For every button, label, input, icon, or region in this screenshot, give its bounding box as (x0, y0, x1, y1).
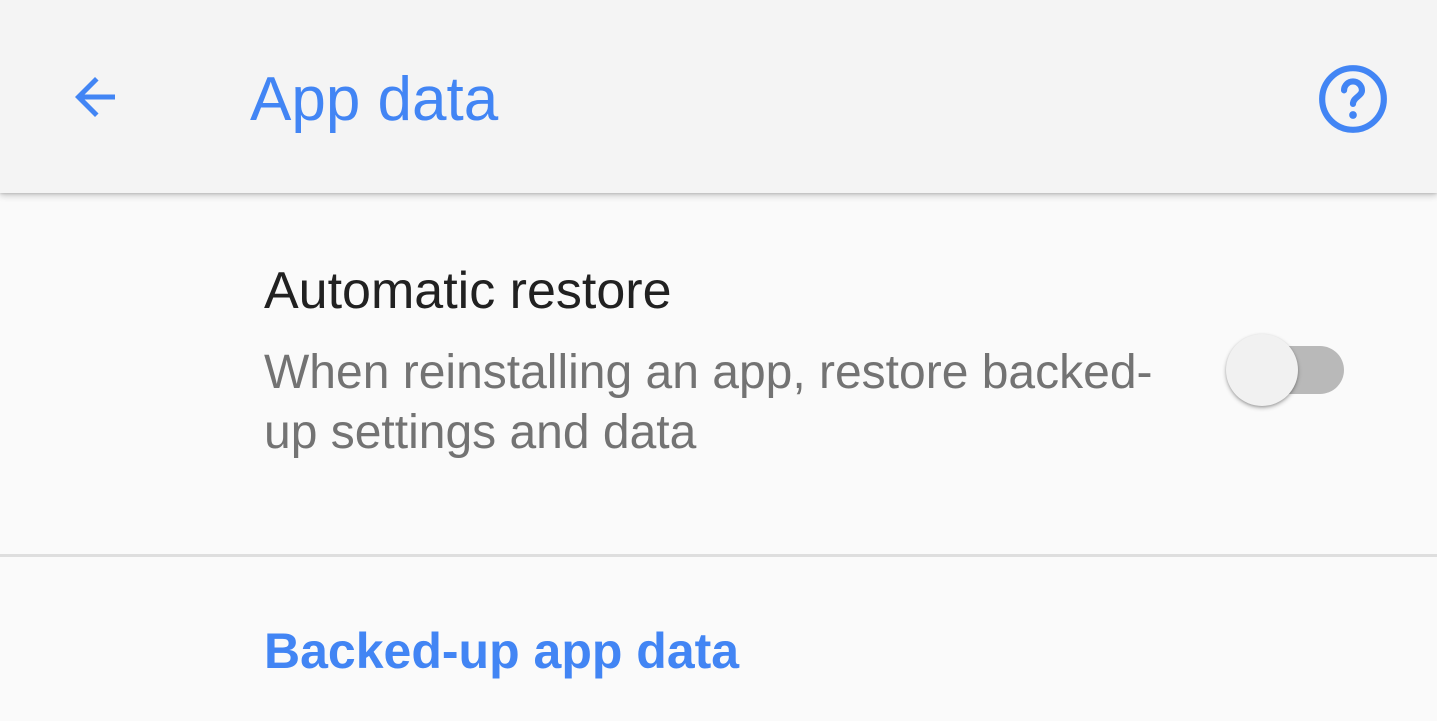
backed-up-app-data-link[interactable]: Backed-up app data (264, 621, 739, 681)
backed-up-app-data-row[interactable]: Backed-up app data (0, 557, 1437, 721)
back-button[interactable] (44, 46, 146, 148)
app-data-screen: App data Automatic restore When reinstal… (0, 0, 1437, 721)
automatic-restore-summary: When reinstalling an app, restore backed… (264, 346, 1153, 459)
toolbar: App data (0, 0, 1437, 193)
automatic-restore-row[interactable]: Automatic restore When reinstalling an a… (0, 193, 1437, 554)
arrow-back-icon (75, 77, 115, 117)
page-title: App data (250, 65, 499, 134)
automatic-restore-title: Automatic restore (264, 262, 672, 320)
help-button[interactable] (1302, 48, 1404, 150)
help-circle-icon (1319, 65, 1387, 133)
switch-thumb (1226, 334, 1298, 406)
automatic-restore-switch[interactable] (1222, 326, 1346, 406)
